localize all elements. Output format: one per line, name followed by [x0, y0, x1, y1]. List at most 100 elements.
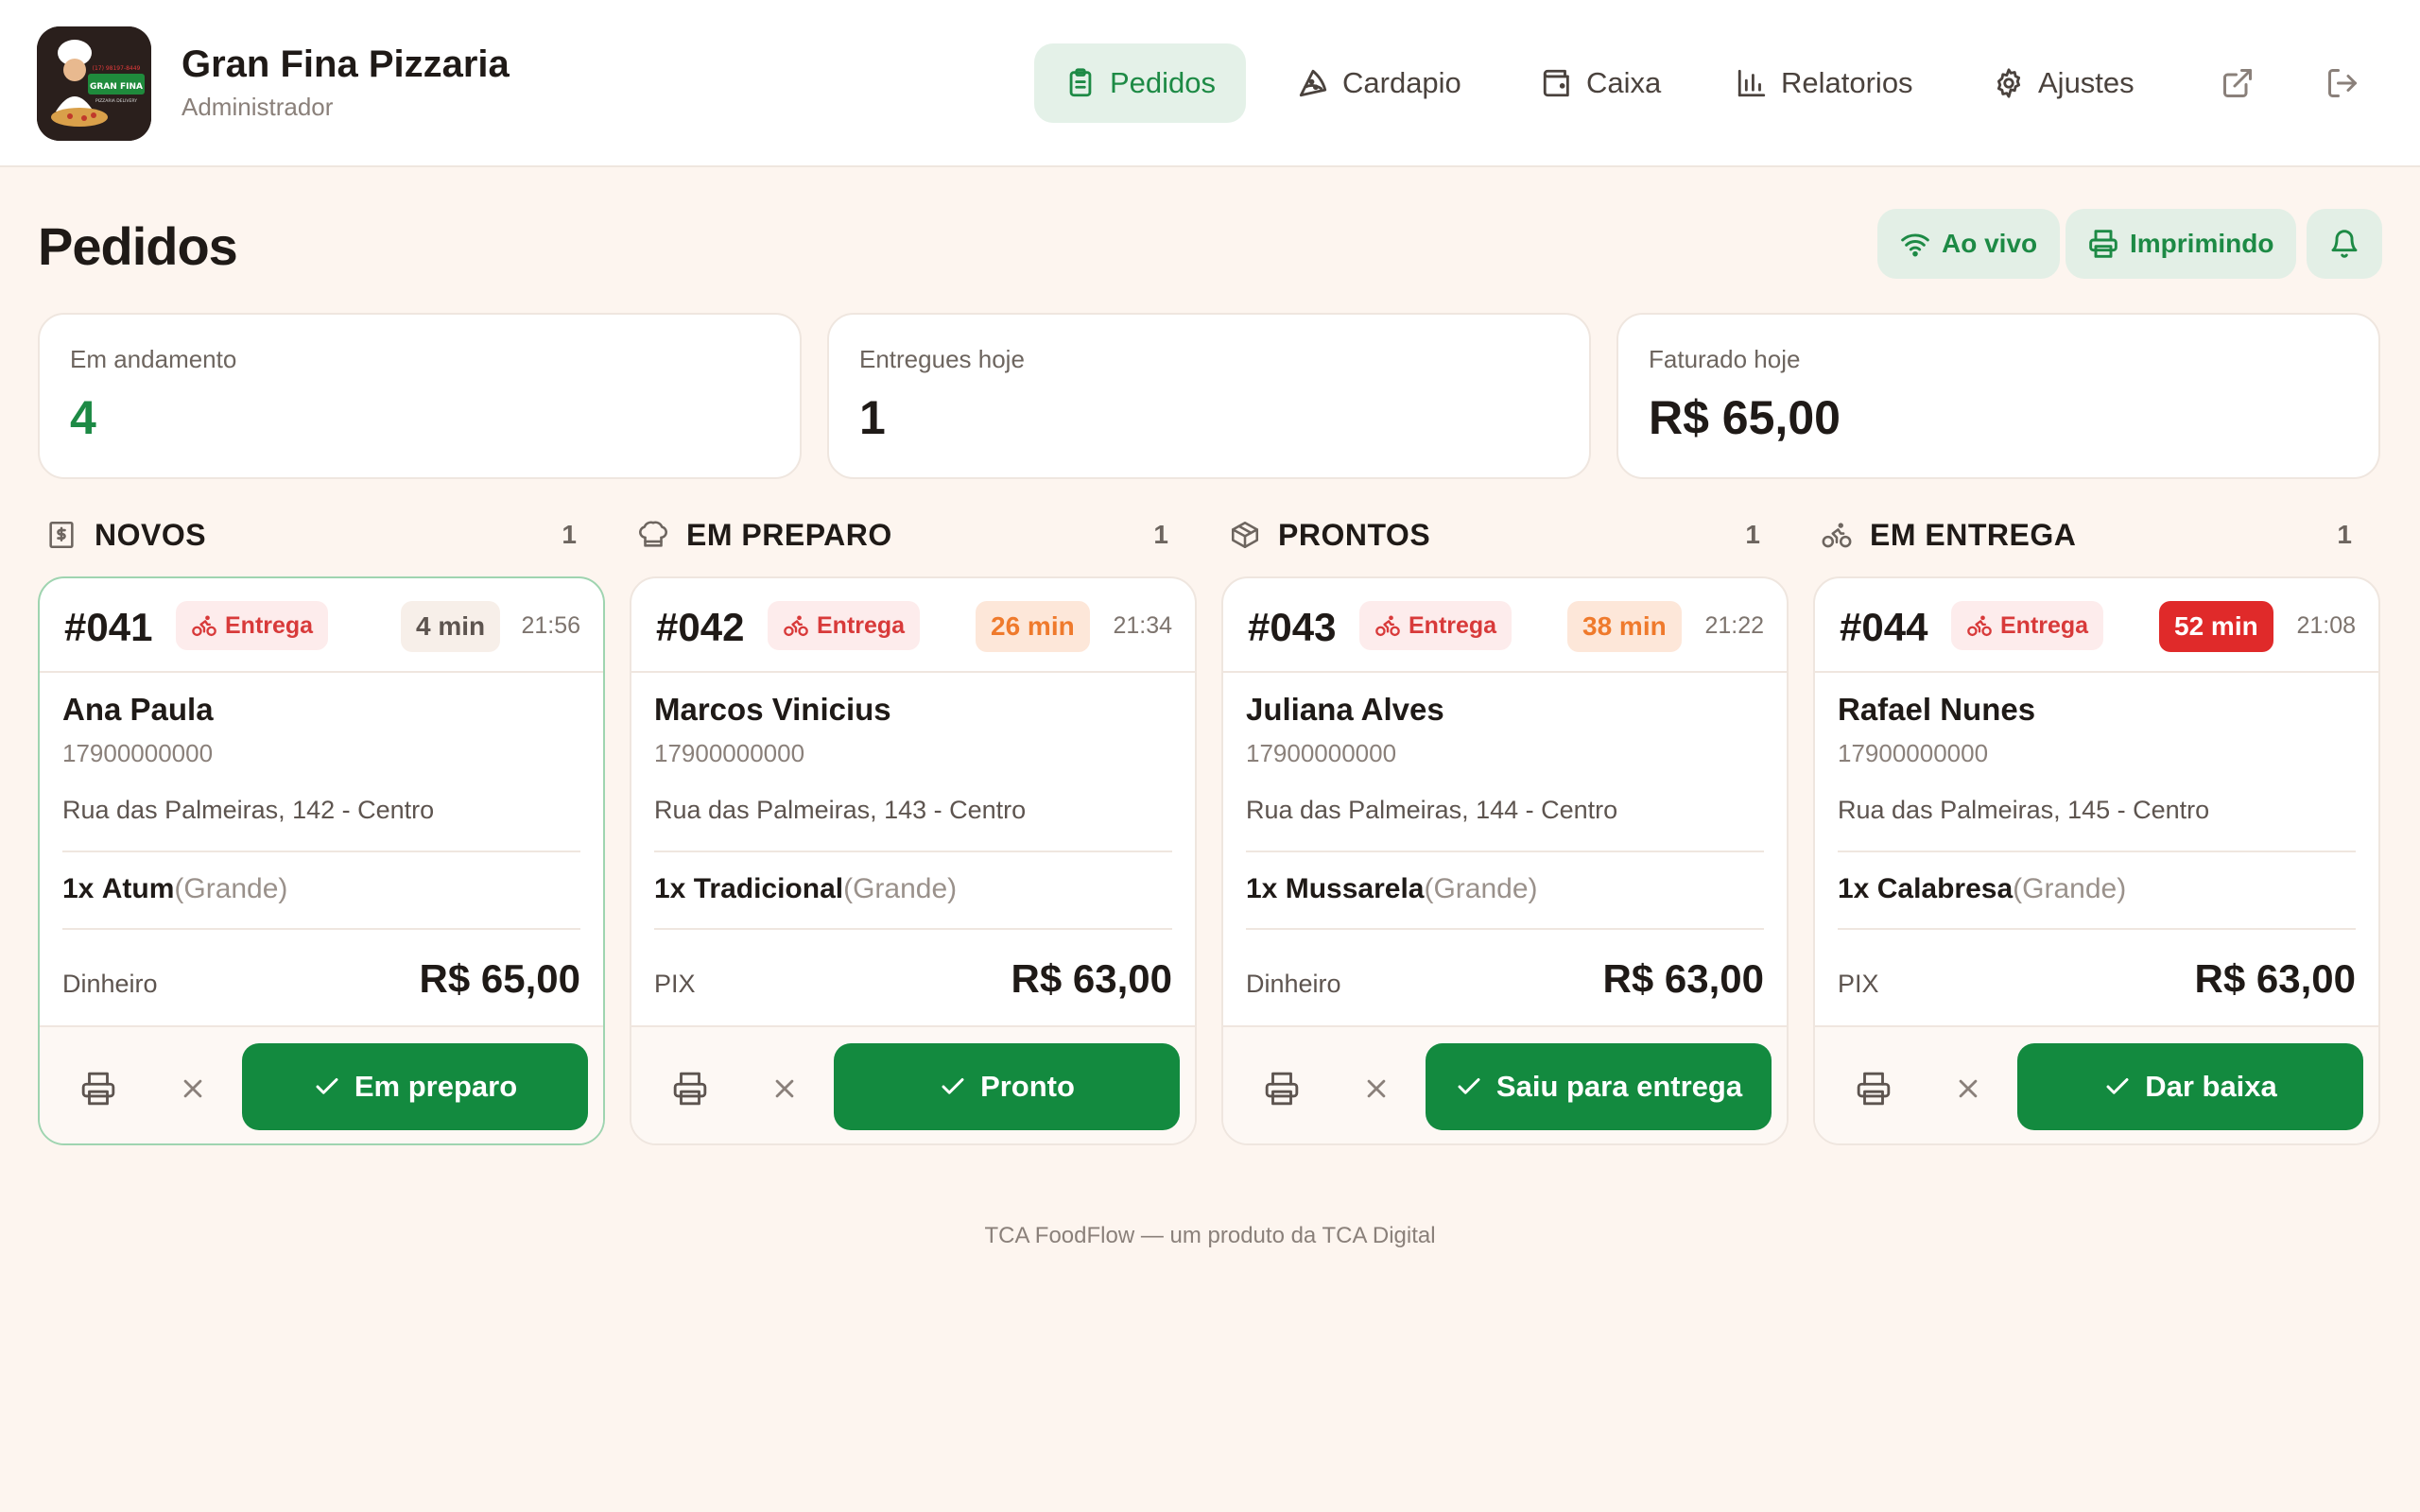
- cancel-order-button[interactable]: [764, 1068, 805, 1109]
- dollar-receipt-icon: [49, 521, 74, 549]
- close-icon: [1959, 1079, 1978, 1098]
- customer-name: Marcos Vinicius: [654, 692, 891, 727]
- elapsed-time-badge: 26 min: [976, 601, 1090, 652]
- order-card-043[interactable]: #043 Entrega 38 min 21:22 Juliana Alves …: [1221, 576, 1789, 1145]
- brand-name: Gran Fina Pizzaria: [182, 43, 510, 85]
- wifi-icon: [1901, 233, 1929, 257]
- advance-order-button[interactable]: Em preparo: [242, 1043, 588, 1130]
- item-name: Mussarela: [1285, 873, 1425, 904]
- notifications-button[interactable]: [2307, 209, 2382, 279]
- nav-label: Caixa: [1586, 66, 1662, 99]
- order-number: #041: [64, 605, 153, 649]
- column-header-novos: NOVOS 1: [45, 516, 590, 554]
- order-item: 1x Atum(Grande): [62, 873, 287, 905]
- customer-name: Ana Paula: [62, 692, 214, 727]
- order-card-042[interactable]: #042 Entrega 26 min 21:34 Marcos Viniciu…: [630, 576, 1197, 1145]
- advance-order-button[interactable]: Pronto: [834, 1043, 1180, 1130]
- divider: [654, 850, 1172, 852]
- action-label: Saiu para entrega: [1495, 1070, 1743, 1103]
- order-total: R$ 65,00: [419, 956, 580, 1001]
- payment-method: Dinheiro: [62, 970, 158, 998]
- nav-pedidos[interactable]: Pedidos: [1034, 43, 1247, 123]
- bike-icon: [1375, 615, 1400, 637]
- order-time: 21:22: [1704, 612, 1764, 639]
- item-name: Tradicional: [693, 873, 844, 904]
- wallet-icon: [1543, 69, 1569, 97]
- item-qty: 1x: [1246, 873, 1278, 904]
- external-link-icon[interactable]: [2221, 66, 2255, 100]
- item-size: (Grande): [843, 873, 958, 904]
- print-order-button[interactable]: [669, 1068, 711, 1109]
- order-card-041[interactable]: #041 Entrega 4 min 21:56 Ana Paula 17900…: [38, 576, 605, 1145]
- printer-icon: [2089, 230, 2118, 258]
- column-count: 1: [1153, 520, 1168, 549]
- action-label: Dar baixa: [2145, 1070, 2277, 1103]
- stat-value: 4: [70, 391, 96, 444]
- order-card-header: #044 Entrega 52 min 21:08: [1815, 578, 2378, 673]
- nav-label: Ajustes: [2038, 66, 2135, 99]
- printer-icon: [81, 1072, 115, 1106]
- live-label: Ao vivo: [1942, 229, 2038, 258]
- divider: [654, 928, 1172, 930]
- column-name: NOVOS: [95, 517, 207, 552]
- stat-value: 1: [859, 391, 886, 444]
- item-name: Atum: [101, 873, 175, 904]
- delivery-badge: Entrega: [1951, 601, 2104, 650]
- printer-icon: [1265, 1072, 1299, 1106]
- order-type: Entrega: [225, 611, 314, 639]
- footer-credit: TCA FoodFlow — um produto da TCA Digital: [984, 1223, 1436, 1248]
- user-role: Administrador: [182, 93, 334, 121]
- divider: [1838, 850, 2356, 852]
- stat-label: Entregues hoje: [859, 345, 1025, 373]
- printer-icon: [673, 1072, 707, 1106]
- cancel-order-button[interactable]: [172, 1068, 214, 1109]
- package-icon: [1231, 521, 1259, 549]
- order-type: Entrega: [1409, 611, 1497, 639]
- customer-phone: 17900000000: [62, 739, 214, 767]
- check-icon: [942, 1078, 964, 1094]
- order-card-actions: Em preparo: [40, 1025, 603, 1143]
- divider: [62, 928, 580, 930]
- order-item: 1x Tradicional(Grande): [654, 873, 957, 905]
- stat-label: Em andamento: [70, 345, 237, 373]
- logo-brand-text: GRAN FINA: [90, 82, 143, 92]
- order-card-044[interactable]: #044 Entrega 52 min 21:08 Rafael Nunes 1…: [1813, 576, 2380, 1145]
- customer-address: Rua das Palmeiras, 142 - Centro: [62, 796, 435, 824]
- order-card-header: #043 Entrega 38 min 21:22: [1223, 578, 1787, 673]
- print-label: Imprimindo: [2130, 229, 2274, 258]
- delivery-badge: Entrega: [768, 601, 921, 650]
- stat-value: R$ 65,00: [1649, 391, 1841, 444]
- nav-relatorios[interactable]: Relatorios: [1705, 43, 1944, 123]
- cancel-order-button[interactable]: [1356, 1068, 1397, 1109]
- customer-name: Rafael Nunes: [1838, 692, 2036, 727]
- item-size: (Grande): [1424, 873, 1538, 904]
- logo-sub-text: PIZZARIA DELIVERY: [95, 98, 137, 104]
- item-name: Calabresa: [1876, 873, 2014, 904]
- action-label: Pronto: [980, 1070, 1075, 1103]
- column-header-em-preparo: EM PREPARO 1: [637, 516, 1182, 554]
- advance-order-button[interactable]: Saiu para entrega: [1426, 1043, 1772, 1130]
- action-label: Em preparo: [354, 1070, 518, 1103]
- advance-order-button[interactable]: Dar baixa: [2017, 1043, 2363, 1130]
- live-status-button[interactable]: Ao vivo: [1877, 209, 2061, 279]
- print-order-button[interactable]: [78, 1068, 119, 1109]
- column-count: 1: [1745, 520, 1760, 549]
- nav-ajustes[interactable]: Ajustes: [1962, 43, 2165, 123]
- customer-address: Rua das Palmeiras, 144 - Centro: [1246, 796, 1618, 824]
- bike-icon: [1967, 615, 1992, 637]
- order-card-actions: Dar baixa: [1815, 1025, 2378, 1143]
- bike-icon: [192, 615, 216, 637]
- print-order-button[interactable]: [1853, 1068, 1894, 1109]
- printing-button[interactable]: Imprimindo: [2066, 209, 2297, 279]
- column-header-em-entrega: EM ENTREGA 1: [1821, 516, 2365, 554]
- customer-phone: 17900000000: [654, 739, 805, 767]
- print-order-button[interactable]: [1261, 1068, 1303, 1109]
- nav-cardapio[interactable]: Cardapio: [1267, 43, 1492, 123]
- column-name: EM ENTREGA: [1870, 517, 2077, 552]
- nav-caixa[interactable]: Caixa: [1511, 43, 1691, 123]
- logout-icon[interactable]: [2325, 66, 2360, 100]
- order-total: R$ 63,00: [1602, 956, 1764, 1001]
- item-qty: 1x: [62, 873, 95, 904]
- order-number: #044: [1840, 605, 1928, 649]
- cancel-order-button[interactable]: [1947, 1068, 1989, 1109]
